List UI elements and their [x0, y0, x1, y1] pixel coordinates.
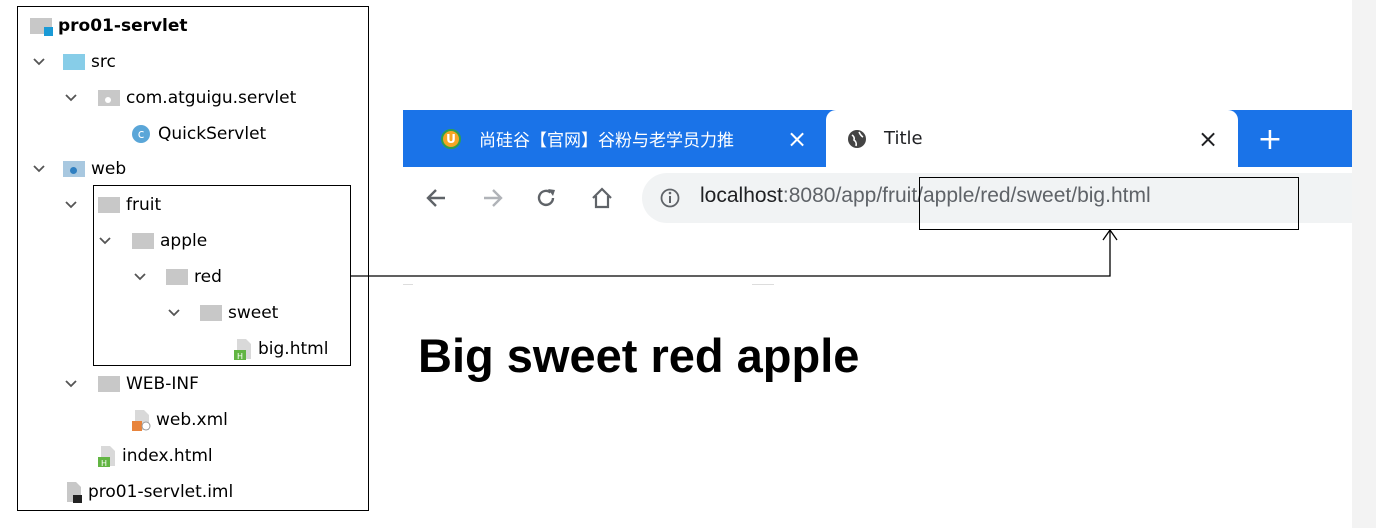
connector-arrow	[351, 228, 1118, 277]
scrollbar-track[interactable]	[1352, 0, 1376, 528]
page-heading: Big sweet red apple	[418, 329, 860, 382]
